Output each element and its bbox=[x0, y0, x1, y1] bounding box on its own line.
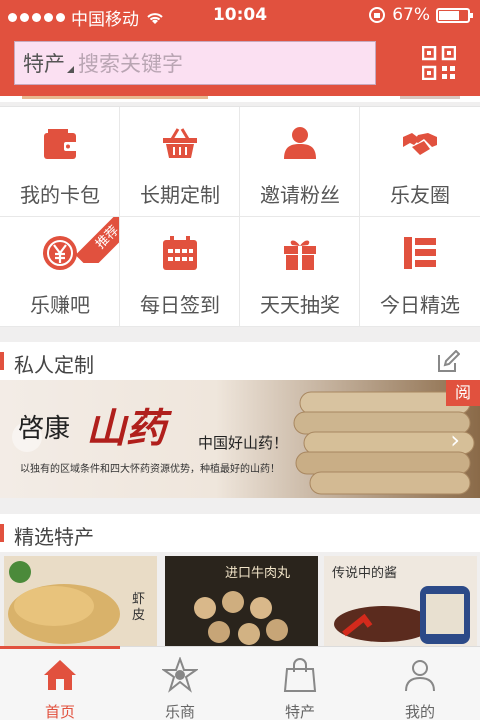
section-title: 私人定制 bbox=[14, 353, 94, 377]
calendar-icon bbox=[163, 236, 197, 270]
feature-grid: 我的卡包 长期定制 邀请粉丝 乐友圈 乐赚吧 推荐 每日签到 天天抽奖 今日精选 bbox=[0, 106, 480, 327]
product-caption: 传说中的酱 bbox=[332, 566, 398, 581]
tab-label: 特产 bbox=[284, 703, 315, 720]
recommend-badge: 推荐 bbox=[75, 217, 119, 263]
list-icon bbox=[404, 237, 436, 269]
grid-item-today-picks[interactable]: 今日精选 bbox=[360, 217, 480, 327]
banner-brand-name: 山药 bbox=[86, 405, 166, 452]
grid-item-friends-circle[interactable]: 乐友圈 bbox=[360, 107, 480, 217]
banner-slogan: 中国好山药！ bbox=[198, 434, 289, 452]
section-title: 精选特产 bbox=[14, 525, 94, 549]
grid-item-label: 天天抽奖 bbox=[260, 293, 340, 317]
grid-item-long-term-custom[interactable]: 长期定制 bbox=[120, 107, 240, 217]
grid-item-label: 长期定制 bbox=[140, 183, 220, 207]
banner-brand-prefix: 啓康 bbox=[18, 414, 71, 444]
grid-item-daily-checkin[interactable]: 每日签到 bbox=[120, 217, 240, 327]
search-input[interactable]: 搜索关键字 bbox=[78, 48, 183, 78]
yuan-coin-icon bbox=[43, 236, 77, 270]
tab-label: 我的 bbox=[404, 703, 435, 720]
product-caption: 虾皮 bbox=[132, 592, 146, 623]
recommend-ribbon: 推荐 bbox=[75, 217, 119, 263]
battery-percent: 67% bbox=[392, 5, 430, 25]
category-selector[interactable]: 特产 bbox=[15, 48, 65, 78]
tab-home[interactable]: 首页 bbox=[0, 647, 120, 720]
search-bar[interactable]: 特产 搜索关键字 bbox=[14, 41, 376, 85]
section-header-custom: 私人定制 bbox=[0, 342, 480, 380]
product-card[interactable]: 传说中的酱 bbox=[324, 556, 477, 648]
dropdown-indicator-icon bbox=[67, 65, 74, 73]
product-caption: 进口牛肉丸 bbox=[225, 566, 291, 581]
banner-subtitle: 以独有的区域条件和四大怀药资源优势，种植最好的山药！ bbox=[20, 464, 280, 475]
grid-item-label: 乐赚吧 bbox=[30, 293, 90, 317]
person-icon bbox=[284, 127, 316, 159]
banner-edge bbox=[0, 96, 480, 102]
home-icon bbox=[44, 660, 76, 690]
tab-mine[interactable]: 我的 bbox=[360, 647, 480, 720]
grid-item-earn[interactable]: 乐赚吧 推荐 bbox=[0, 217, 120, 327]
bottom-tab-bar: 首页 乐商 特产 我的 bbox=[0, 646, 480, 720]
wallet-icon bbox=[44, 129, 78, 159]
grid-item-invite-fans[interactable]: 邀请粉丝 bbox=[240, 107, 360, 217]
gift-icon bbox=[284, 240, 316, 270]
product-card[interactable]: 进口牛肉丸 bbox=[165, 556, 318, 648]
carousel-next-icon[interactable]: › bbox=[450, 426, 460, 454]
tab-leshang[interactable]: 乐商 bbox=[120, 647, 240, 720]
edit-icon[interactable] bbox=[436, 350, 460, 374]
promo-banner[interactable]: 啓康 山药 中国好山药！ 以独有的区域条件和四大怀药资源优势，种植最好的山药！ … bbox=[0, 380, 480, 498]
qr-code-icon[interactable] bbox=[422, 46, 456, 80]
grid-item-label: 每日签到 bbox=[140, 293, 220, 317]
tab-label: 乐商 bbox=[164, 703, 195, 720]
grid-item-label: 今日精选 bbox=[380, 293, 460, 317]
user-icon bbox=[405, 660, 435, 692]
basket-icon bbox=[163, 128, 197, 158]
tab-specialty[interactable]: 特产 bbox=[240, 647, 360, 720]
product-card[interactable]: 虾皮 bbox=[4, 556, 157, 648]
battery-icon bbox=[436, 7, 473, 23]
read-flag: 阅 bbox=[446, 380, 480, 406]
top-bar: 中国移动 10:04 67% 特产 搜索关键字 bbox=[0, 0, 480, 96]
rotation-lock-icon bbox=[369, 7, 386, 23]
grid-item-daily-lottery[interactable]: 天天抽奖 bbox=[240, 217, 360, 327]
handshake-icon bbox=[403, 133, 437, 155]
grid-item-label: 我的卡包 bbox=[20, 183, 100, 207]
section-header-featured: 精选特产 bbox=[0, 514, 480, 552]
status-bar: 中国移动 10:04 67% bbox=[0, 0, 480, 32]
tab-label: 首页 bbox=[44, 703, 75, 720]
shopping-bag-icon bbox=[283, 658, 317, 692]
star-badge-icon bbox=[162, 657, 198, 693]
grid-item-label: 乐友圈 bbox=[390, 183, 450, 207]
grid-item-card-wallet[interactable]: 我的卡包 bbox=[0, 107, 120, 217]
grid-item-label: 邀请粉丝 bbox=[260, 183, 340, 207]
